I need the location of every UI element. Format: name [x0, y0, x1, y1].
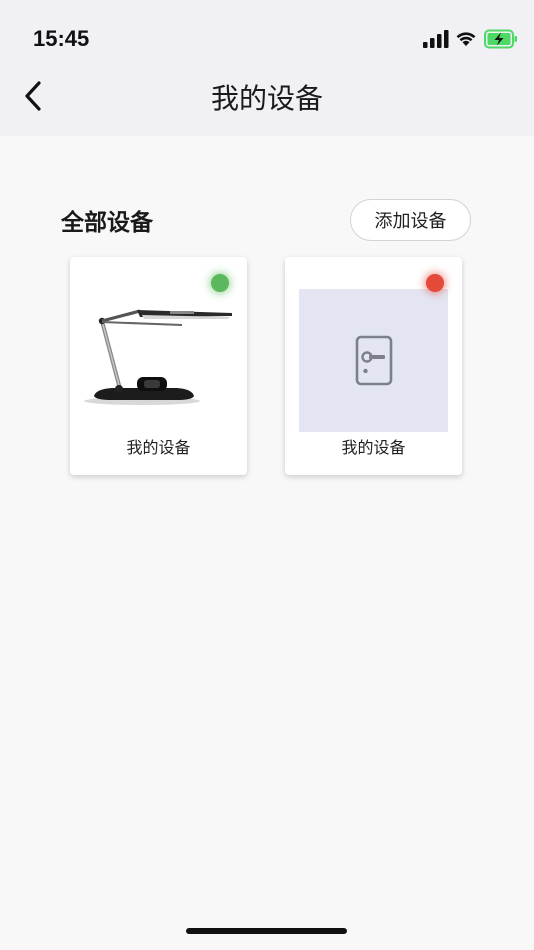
device-card[interactable]: 我的设备: [70, 257, 247, 475]
device-label: 我的设备: [341, 438, 406, 457]
header-area: 15:45 我的设备: [0, 0, 534, 136]
home-indicator[interactable]: [186, 928, 347, 934]
online-status-indicator: [211, 274, 229, 292]
battery-charging-icon: [484, 29, 517, 49]
add-device-button[interactable]: 添加设备: [350, 199, 471, 241]
device-card[interactable]: 我的设备: [285, 257, 462, 475]
screen: 15:45 我的设备 全部设备 添加设备 我的设备 我的设备: [0, 0, 534, 950]
desk-lamp-image: [84, 309, 232, 405]
door-lock-icon: [355, 335, 392, 385]
signal-icon: [423, 30, 449, 48]
device-label: 我的设备: [126, 438, 191, 457]
offline-status-indicator: [426, 274, 444, 292]
wifi-icon: [456, 32, 476, 46]
page-title: 我的设备: [210, 82, 323, 115]
device-placeholder-image: [299, 289, 448, 432]
status-time: 15:45: [33, 26, 90, 51]
section-title: 全部设备: [61, 210, 153, 236]
